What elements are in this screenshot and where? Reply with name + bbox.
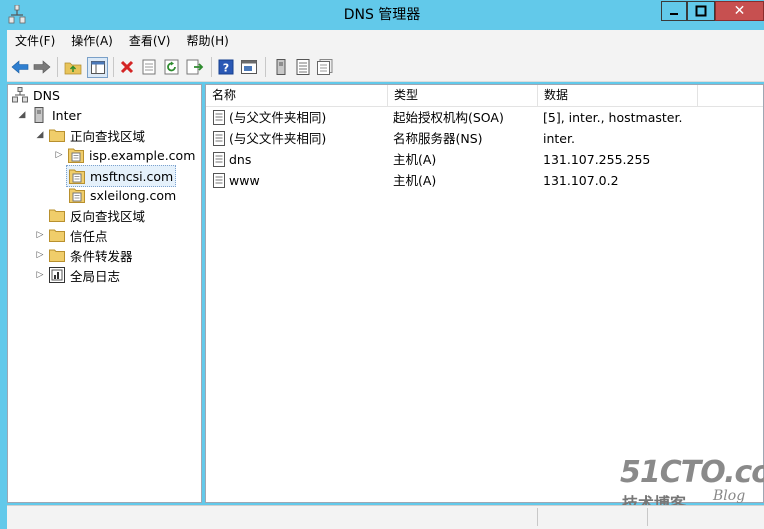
tree-node-global-logs[interactable]: ▷ 全局日志 [35,265,120,285]
svg-text:?: ? [223,62,229,75]
record-name: (与父文件夹相同) [229,131,327,146]
record-data: [5], inter., hostmaster. [543,110,683,125]
up-folder-icon[interactable] [64,58,82,76]
menu-help[interactable]: 帮助(H) [178,30,236,52]
zone-icon [69,187,85,203]
records-list-view[interactable]: 名称 类型 数据 (与父文件夹相同) 起始授权机构(SOA) [5], inte… [205,84,764,503]
record-icon [213,173,225,188]
zone-icon[interactable] [316,58,334,76]
tree-node-zone-sxleilong[interactable]: sxleilong.com [69,185,176,205]
folder-icon [49,127,65,143]
menu-file[interactable]: 文件(F) [7,30,63,52]
menu-view[interactable]: 查看(V) [121,30,179,52]
tree-label: 反向查找区域 [70,208,146,224]
tree-node-dns[interactable]: DNS [12,85,60,105]
tree-node-conditional-forwarders[interactable]: ▷ 条件转发器 [35,245,133,265]
tree-label: Inter [52,107,82,123]
expand-arrow-icon[interactable]: ▷ [35,230,45,240]
tree-node-zone-msftncsi[interactable]: msftncsi.com [66,165,177,187]
watermark-blog: Blog [713,488,746,504]
refresh-icon[interactable] [163,58,181,76]
expand-arrow-icon[interactable]: ▷ [54,150,64,160]
zone-icon [68,147,84,163]
column-header-type[interactable]: 类型 [388,85,538,106]
record-type: 主机(A) [393,173,437,188]
record-icon [213,152,225,167]
expand-arrow-icon[interactable]: ▷ [35,250,45,260]
tree-node-reverse-lookup-zones[interactable]: 反向查找区域 [49,205,145,225]
forward-arrow-icon[interactable] [33,58,51,76]
minimize-button[interactable] [661,1,687,21]
tree-label: sxleilong.com [90,187,177,203]
record-list-icon[interactable] [294,58,312,76]
console-tree[interactable]: DNS ◢ Inter ◢ 正向查找区域 ▷ isp.example.com m… [7,84,202,503]
list-header: 名称 类型 数据 [206,85,763,107]
watermark-logo: 51CTO.com [620,455,764,490]
record-name: (与父文件夹相同) [229,110,327,125]
table-row[interactable]: dns 主机(A) 131.107.255.255 [206,149,763,170]
tree-label: 信任点 [70,228,108,244]
table-row[interactable]: (与父文件夹相同) 名称服务器(NS) inter. [206,128,763,149]
record-icon [213,110,225,125]
close-icon: ✕ [733,3,746,19]
record-icon [213,131,225,146]
properties-icon[interactable] [140,58,158,76]
tree-node-server-inter[interactable]: ◢ Inter [17,105,81,125]
status-bar [7,505,764,529]
toolbar: ? [7,52,764,82]
folder-icon [49,227,65,243]
export-list-icon[interactable] [186,58,204,76]
back-arrow-icon[interactable] [11,58,29,76]
collapse-arrow-icon[interactable]: ◢ [35,130,45,140]
tree-label: 条件转发器 [70,248,133,264]
show-hide-tree-icon[interactable] [87,57,108,78]
table-row[interactable]: www 主机(A) 131.107.0.2 [206,170,763,191]
zone-icon [69,168,85,184]
record-type: 起始授权机构(SOA) [393,110,504,125]
menu-action[interactable]: 操作(A) [63,30,121,52]
dns-icon [12,87,28,103]
tree-node-zone-isp[interactable]: ▷ isp.example.com [54,145,195,165]
window-title: DNS 管理器 [343,7,421,23]
table-row[interactable]: (与父文件夹相同) 起始授权机构(SOA) [5], inter., hostm… [206,107,763,128]
record-name: dns [229,152,252,167]
maximize-button[interactable] [687,1,715,21]
delete-icon[interactable] [118,58,136,76]
tree-label: 全局日志 [70,268,121,284]
tree-node-trust-points[interactable]: ▷ 信任点 [35,225,108,245]
record-name: www [229,173,260,188]
tree-node-forward-lookup-zones[interactable]: ◢ 正向查找区域 [35,125,145,145]
tree-label: isp.example.com [89,147,196,163]
server-icon[interactable] [272,58,290,76]
tree-label: 正向查找区域 [70,128,146,144]
record-type: 名称服务器(NS) [393,131,483,146]
column-header-name[interactable]: 名称 [206,85,388,106]
close-button[interactable]: ✕ [715,1,764,21]
show-hide-action-pane-icon[interactable] [240,58,258,76]
column-header-data[interactable]: 数据 [538,85,698,106]
folder-icon [49,247,65,263]
menu-bar: 文件(F) 操作(A) 查看(V) 帮助(H) [7,30,764,52]
record-data: 131.107.255.255 [543,152,651,167]
collapse-arrow-icon[interactable]: ◢ [17,110,27,120]
record-data: 131.107.0.2 [543,173,619,188]
server-icon [31,107,47,123]
help-icon[interactable]: ? [217,58,235,76]
expand-arrow-icon[interactable]: ▷ [35,270,45,280]
tree-label: DNS [33,87,60,103]
event-log-icon [49,267,65,283]
record-data: inter. [543,131,575,146]
folder-icon [49,207,65,223]
record-type: 主机(A) [393,152,437,167]
tree-label: msftncsi.com [90,168,174,184]
